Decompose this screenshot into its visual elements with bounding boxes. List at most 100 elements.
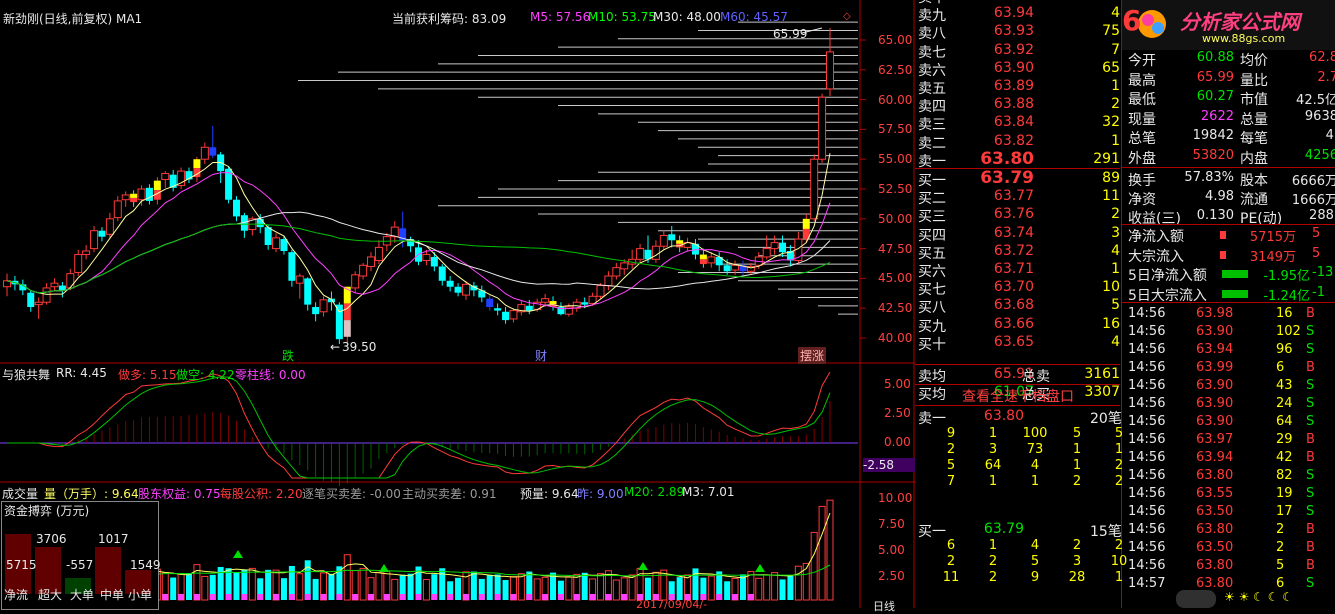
- quote-volume: 3: [1111, 224, 1120, 241]
- candle-body: [723, 265, 731, 272]
- volume-bar: [265, 569, 272, 600]
- avg-ask-row: 卖均 65.91 总卖 3161: [918, 366, 1120, 385]
- y-tick-main: 62.50: [878, 62, 913, 77]
- candle-body: [770, 242, 779, 250]
- tick-price: 63.90: [1196, 378, 1234, 393]
- volume-bar: [597, 573, 605, 601]
- tick-price: 63.94: [1196, 450, 1234, 465]
- tick-price: 63.90: [1196, 396, 1234, 411]
- stat-value: 0.130: [1196, 208, 1234, 223]
- stat-value: 2.7: [1317, 69, 1335, 85]
- quote-label: 买八: [918, 300, 946, 317]
- candle-body: [494, 308, 502, 311]
- tick-time: 14:56: [1128, 486, 1166, 501]
- stat-value: 4.: [1325, 128, 1335, 143]
- y-tick-main: 55.00: [878, 152, 913, 167]
- volume-marker: [415, 594, 422, 600]
- tick-time: 14:56: [1128, 450, 1166, 465]
- candle-body: [34, 301, 43, 306]
- volume-bar: [359, 567, 367, 601]
- y-tick-main: 45.00: [878, 271, 913, 286]
- tick-price: 63.50: [1196, 540, 1234, 555]
- wolf-current-value: -2.58: [863, 458, 915, 472]
- shareholder-equity: 股东权益: 0.75: [138, 487, 221, 501]
- quote-volume: 291: [1093, 150, 1120, 167]
- ma30-label: M30: 48.00: [653, 10, 721, 24]
- tick-side: S: [1306, 468, 1315, 483]
- candle-body: [731, 264, 740, 271]
- stat-value: 53820: [1192, 147, 1234, 163]
- tick-time: 14:56: [1128, 324, 1166, 339]
- cursor-date: 2017/09/04/-: [636, 598, 708, 611]
- volume-marker: [178, 594, 185, 600]
- y-tick-volume: 5.00: [878, 543, 905, 557]
- volume-marker: [462, 594, 469, 600]
- quote-volume: 75: [1102, 23, 1120, 40]
- quote-price: 63.94: [993, 5, 1034, 22]
- flow-extra: -1: [1312, 284, 1325, 300]
- tick-time: 14:56: [1128, 522, 1166, 537]
- candle-body: [90, 230, 99, 250]
- candle-body: [604, 275, 613, 287]
- queue-cell: 1: [1072, 442, 1082, 457]
- y-tick-volume: 10.00: [878, 491, 913, 505]
- signal-candle: [676, 240, 684, 244]
- queue-cell: 9: [946, 426, 956, 441]
- bid-queue-header: 买一 63.79 15笔: [918, 521, 1122, 540]
- quote-price: 63.76: [993, 206, 1034, 223]
- candle-body: [288, 252, 296, 281]
- volume-bar: [755, 577, 763, 601]
- quote-label: 买二: [918, 191, 946, 208]
- tick-price: 63.50: [1196, 504, 1234, 519]
- y-tick-volume: 7.50: [878, 517, 905, 531]
- flow-label: 净流入额: [1128, 229, 1184, 245]
- quote-label: 买三: [918, 209, 946, 226]
- toolbar-toggle[interactable]: [1176, 590, 1216, 608]
- volume-marker: [368, 594, 375, 600]
- bid-row: 买九 63.66 16: [918, 316, 1120, 335]
- volume-bar: [407, 573, 414, 600]
- volume-bar: [248, 567, 256, 601]
- fund-flow-box: 资金搏弈 (万元) 5715 3706 -557 1017 1549 净流 超大…: [1, 501, 161, 610]
- stat-value: 1666万: [1291, 193, 1335, 208]
- quote-volume: 10: [1102, 279, 1120, 296]
- volume-bar: [391, 578, 399, 601]
- queue-cell: 7: [946, 474, 956, 489]
- quote-price: 63.77: [993, 188, 1034, 205]
- candle-body: [105, 218, 114, 235]
- volume-bar: [810, 531, 818, 601]
- avg-ask-label: 卖均: [918, 369, 946, 385]
- volume-bar: [533, 578, 541, 601]
- candle-body: [335, 304, 343, 340]
- candle-body: [161, 173, 170, 180]
- total-bid-value: 3307: [1084, 384, 1120, 400]
- stat-label: 量比: [1240, 72, 1268, 89]
- quote-price: 63.65: [993, 333, 1034, 350]
- fund-value-medium: 1017: [98, 532, 129, 546]
- quote-volume: 7: [1111, 41, 1120, 58]
- signal-candle: [153, 180, 161, 191]
- tick-time: 14:56: [1128, 504, 1166, 519]
- full-depth-button[interactable]: 查看全速千档盘口: [962, 386, 1074, 406]
- candle-body: [264, 227, 272, 246]
- tick-side: S: [1306, 324, 1315, 339]
- tick-row: 14:56 63.50 2 B: [1128, 540, 1324, 558]
- quote-price: 63.92: [993, 41, 1034, 58]
- queue-row: 2 3 73 1 1: [918, 442, 1123, 458]
- queue-row: 5 64 4 1 2: [918, 458, 1123, 474]
- queue-cell: 11: [942, 570, 960, 585]
- volume-bar: [628, 574, 636, 601]
- volume-bar: [502, 580, 509, 600]
- low-price-label: 39.50: [342, 340, 377, 354]
- tick-price: 63.80: [1196, 522, 1234, 537]
- tick-volume: 82: [1276, 468, 1293, 483]
- tick-volume: 96: [1276, 342, 1293, 357]
- candle-body: [374, 246, 383, 262]
- queue-cell: 1: [1072, 458, 1082, 473]
- volume-marker: [288, 594, 295, 600]
- volume-bar: [470, 571, 477, 600]
- up-arrow-icon: [233, 550, 243, 558]
- volume-marker: [193, 594, 200, 600]
- flow-bar: [1220, 250, 1226, 259]
- candle-body: [367, 256, 376, 267]
